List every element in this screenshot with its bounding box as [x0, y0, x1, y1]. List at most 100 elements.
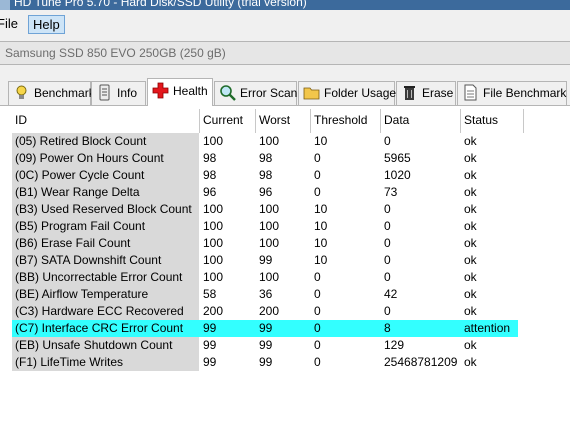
cell-current: 99 [203, 355, 217, 369]
drive-select[interactable]: Samsung SSD 850 EVO 250GB (250 gB) [0, 41, 570, 65]
cell-id: (C7) Interface CRC Error Count [15, 321, 184, 335]
cell-current: 98 [203, 151, 217, 165]
tab-folder-usage[interactable]: Folder Usage [298, 81, 397, 105]
cell-current: 99 [203, 338, 217, 352]
magnifier-icon [220, 85, 236, 101]
cell-id: (EB) Unsafe Shutdown Count [12, 337, 199, 354]
cell-threshold: 10 [314, 253, 328, 267]
cell-id: (05) Retired Block Count [12, 133, 199, 150]
cell-id: (F1) LifeTime Writes [12, 354, 199, 371]
cell-status: ok [464, 236, 477, 250]
cell-worst: 200 [259, 304, 280, 318]
column-header-id[interactable]: ID [12, 109, 200, 133]
file-icon [464, 84, 477, 101]
cell-threshold: 10 [314, 219, 328, 233]
cell-data: 0 [384, 219, 391, 233]
cell-status: ok [464, 355, 477, 369]
cell-data: 0 [384, 134, 391, 148]
tab-label: Erase [422, 86, 454, 100]
cell-id: (BE) Airflow Temperature [12, 286, 199, 303]
cell-data: 0 [384, 202, 391, 216]
tab-error-scan[interactable]: Error Scan [214, 81, 297, 105]
cell-worst: 99 [259, 321, 273, 335]
cell-id: (B1) Wear Range Delta [12, 184, 199, 201]
tab-info[interactable]: Info [91, 81, 146, 105]
cell-worst: 100 [259, 219, 280, 233]
health-cross-icon [152, 82, 169, 99]
folder-icon [303, 87, 320, 100]
cell-id: (B3) Used Reserved Block Count [12, 201, 199, 218]
cell-threshold: 0 [314, 185, 321, 199]
cell-status: ok [464, 253, 477, 267]
cell-data: 1020 [384, 168, 411, 182]
tab-erase[interactable]: Erase [396, 81, 456, 105]
column-header-threshold[interactable]: Threshold [311, 109, 381, 133]
tab-label: File Benchmark [483, 86, 567, 100]
cell-current: 100 [203, 219, 224, 233]
cell-data: 5965 [384, 151, 411, 165]
cell-status: ok [464, 219, 477, 233]
cell-worst: 98 [259, 168, 273, 182]
column-header-status[interactable]: Status [461, 109, 524, 133]
cell-threshold: 0 [314, 321, 321, 335]
tab-label: Health [173, 84, 208, 98]
cell-id: (B6) Erase Fail Count [12, 235, 199, 252]
cell-current: 58 [203, 287, 217, 301]
menu-file[interactable]: File [0, 15, 22, 34]
toolbar: Samsung SSD 850 EVO 250GB (250 gB) [0, 37, 570, 73]
table-row[interactable]: (C7) Interface CRC Error Count 99 99 0 8 atte… [12, 320, 518, 337]
cell-status: ok [464, 287, 477, 301]
trash-icon [404, 86, 415, 100]
cell-worst: 100 [259, 236, 280, 250]
tab-label: Error Scan [240, 86, 298, 100]
cell-data: 73 [384, 185, 398, 199]
cell-worst: 99 [259, 253, 273, 267]
menu-bar: File Help [0, 10, 570, 37]
tab-label: Folder Usage [324, 86, 397, 100]
cell-worst: 99 [259, 355, 273, 369]
cell-id: (09) Power On Hours Count [12, 150, 199, 167]
cell-data: 0 [384, 236, 391, 250]
cell-current: 100 [203, 236, 224, 250]
cell-status: ok [464, 185, 477, 199]
column-header-data[interactable]: Data [381, 109, 461, 133]
cell-threshold: 0 [314, 355, 321, 369]
cell-id: (B7) SATA Downshift Count [12, 252, 199, 269]
cell-current: 200 [203, 304, 224, 318]
cell-data: 8 [384, 321, 391, 335]
cell-threshold: 10 [314, 202, 328, 216]
column-header-worst[interactable]: Worst [256, 109, 311, 133]
cell-current: 100 [203, 270, 224, 284]
column-header-current[interactable]: Current [200, 109, 256, 133]
menu-help[interactable]: Help [28, 15, 65, 34]
tab-label: Benchmark [34, 86, 95, 100]
cell-data: 0 [384, 304, 391, 318]
cell-status: ok [464, 134, 477, 148]
cell-id: (0C) Power Cycle Count [12, 167, 199, 184]
cell-threshold: 0 [314, 168, 321, 182]
cell-id: (BB) Uncorrectable Error Count [12, 269, 199, 286]
cell-status: ok [464, 151, 477, 165]
cell-threshold: 0 [314, 304, 321, 318]
cell-worst: 100 [259, 202, 280, 216]
cell-threshold: 0 [314, 287, 321, 301]
cell-id: (B5) Program Fail Count [12, 218, 199, 235]
cell-status: ok [464, 270, 477, 284]
cell-worst: 96 [259, 185, 273, 199]
tab-health[interactable]: Health [147, 78, 213, 106]
cell-worst: 98 [259, 151, 273, 165]
info-icon [99, 84, 110, 101]
cell-status: ok [464, 202, 477, 216]
cell-data: 25468781209 [384, 355, 458, 369]
cell-status: ok [464, 168, 477, 182]
cell-threshold: 0 [314, 151, 321, 165]
cell-current: 98 [203, 168, 217, 182]
cell-data: 0 [384, 270, 391, 284]
cell-current: 100 [203, 202, 224, 216]
cell-status: ok [464, 338, 477, 352]
tab-benchmark[interactable]: Benchmark [8, 81, 95, 105]
cell-current: 99 [203, 321, 217, 335]
cell-threshold: 10 [314, 236, 328, 250]
cell-data: 42 [384, 287, 398, 301]
tab-file-benchmark[interactable]: File Benchmark [457, 81, 567, 105]
